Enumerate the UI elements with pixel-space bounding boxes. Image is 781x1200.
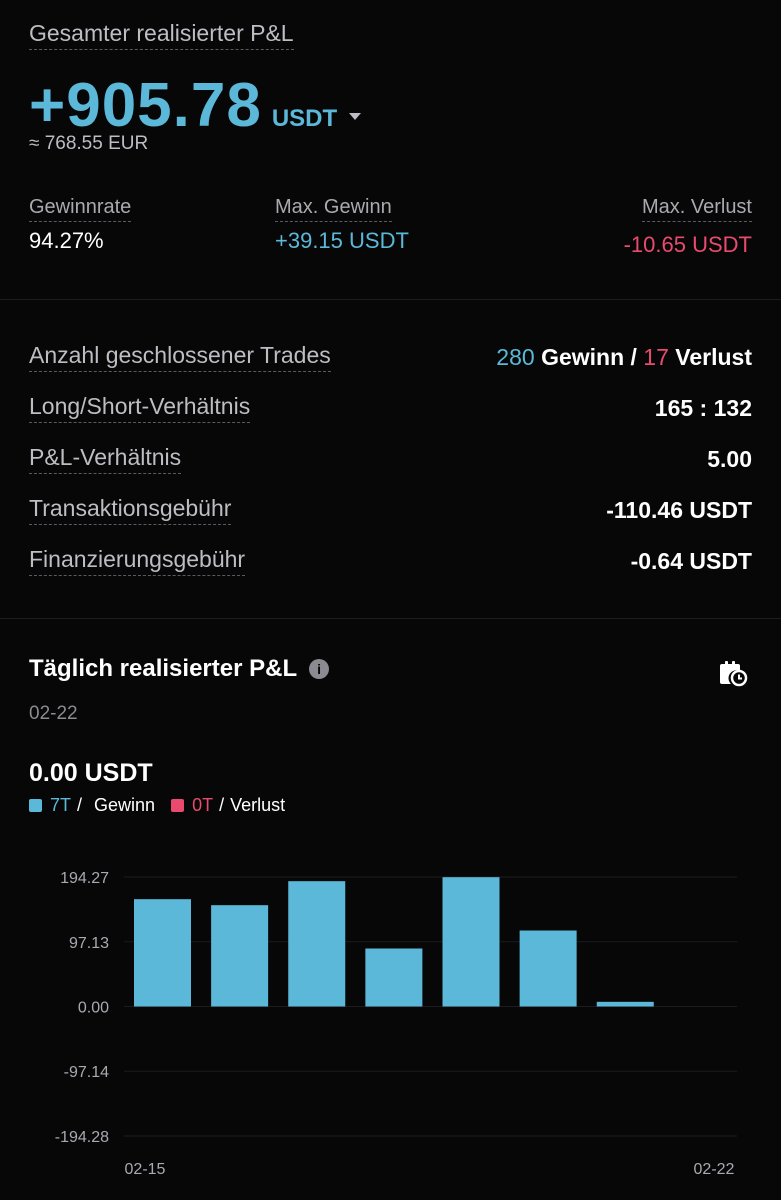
max-gain-stat: Max. Gewinn +39.15 USDT: [275, 196, 409, 254]
legend-loss-word: Verlust: [230, 795, 286, 815]
closed-trades-value: 280 Gewinn / 17 Verlust: [496, 344, 752, 371]
max-gain-label[interactable]: Max. Gewinn: [275, 196, 392, 222]
transaction-fee-value: -110.46 USDT: [606, 497, 752, 523]
bar-02-21[interactable]: [596, 1001, 654, 1007]
legend-loss-count: 0T: [192, 795, 214, 815]
max-loss-value: -10.65 USDT: [623, 232, 752, 257]
selected-date: 02-22: [29, 703, 78, 724]
summary-section: Gesamter realisierter P&L +905.78 USDT ≈…: [29, 20, 752, 257]
legend-gain-sep: /: [77, 795, 83, 815]
y-tick-label: -194.28: [55, 1129, 109, 1146]
details-section: Anzahl geschlossener Trades 280 Gewinn /…: [29, 342, 752, 597]
trades-loss-word: Verlust: [675, 344, 752, 370]
calendar-clock-icon[interactable]: [718, 657, 748, 687]
daily-pnl-title: Täglich realisierter P&L: [29, 655, 298, 682]
transaction-fee-label[interactable]: Transaktionsgebühr: [29, 495, 232, 525]
win-rate-stat: Gewinnrate 94.27%: [29, 196, 132, 254]
stats-row: Gewinnrate 94.27% Max. Gewinn +39.15 USD…: [29, 196, 752, 266]
info-icon[interactable]: i: [309, 659, 330, 679]
transaction-fee-row: Transaktionsgebühr -110.46 USDT: [29, 495, 752, 546]
max-gain-value: +39.15 USDT: [275, 228, 409, 253]
legend-gain-count: 7T: [50, 795, 72, 815]
pnl-ratio-value: 5.00: [707, 446, 752, 472]
daily-pnl-bar-chart: 194.27 97.13 0.00 -97.14 -194.28 02-15 02-22: [55, 870, 737, 1178]
y-tick-label: -97.14: [64, 1064, 109, 1081]
trades-win-word: Gewinn: [541, 344, 625, 370]
y-tick-label: 97.13: [69, 935, 109, 952]
total-pnl-row[interactable]: +905.78 USDT: [29, 70, 362, 141]
long-short-value: 165 : 132: [654, 395, 752, 421]
pnl-eur-equivalent: ≈ 768.55 EUR: [29, 133, 149, 154]
closed-trades-label[interactable]: Anzahl geschlossener Trades: [29, 342, 331, 372]
bar-02-18[interactable]: [365, 948, 423, 1007]
trades-wins-count: 280: [496, 344, 535, 370]
section-divider: [0, 618, 781, 619]
bar-02-19[interactable]: [442, 877, 500, 1007]
funding-fee-row: Finanzierungsgebühr -0.64 USDT: [29, 546, 752, 597]
trades-separator: /: [630, 344, 637, 370]
total-pnl-title[interactable]: Gesamter realisierter P&L: [29, 20, 294, 50]
win-rate-value: 94.27%: [29, 228, 104, 253]
legend-loss-sep: /: [219, 795, 225, 815]
funding-fee-value: -0.64 USDT: [630, 548, 752, 574]
chart-legend: 7T / Gewinn 0T / Verlust: [29, 795, 285, 816]
section-divider: [0, 299, 781, 300]
long-short-row: Long/Short-Verhältnis 165 : 132: [29, 393, 752, 444]
legend-loss-swatch: [171, 799, 185, 812]
win-rate-label[interactable]: Gewinnrate: [29, 196, 132, 222]
daily-pnl-section: Täglich realisierter P&L i 02-22 0.00 US…: [29, 655, 752, 815]
max-loss-label[interactable]: Max. Verlust: [641, 196, 752, 222]
long-short-label[interactable]: Long/Short-Verhältnis: [29, 393, 251, 423]
x-tick-label: 02-22: [694, 1161, 735, 1178]
currency-unit[interactable]: USDT: [272, 105, 337, 133]
pnl-ratio-row: P&L-Verhältnis 5.00: [29, 444, 752, 495]
pnl-ratio-label[interactable]: P&L-Verhältnis: [29, 444, 182, 474]
funding-fee-label[interactable]: Finanzierungsgebühr: [29, 546, 246, 576]
bar-02-15[interactable]: [134, 899, 191, 1007]
bar-02-16[interactable]: [211, 905, 269, 1007]
bar-02-20[interactable]: [519, 930, 577, 1007]
total-pnl-value: +905.78: [29, 71, 262, 140]
daily-pnl-value: 0.00 USDT: [29, 759, 153, 787]
daily-pnl-header: Täglich realisierter P&L i: [29, 655, 752, 683]
x-tick-label: 02-15: [125, 1161, 166, 1178]
bar-02-17[interactable]: [288, 881, 346, 1007]
max-loss-stat: Max. Verlust -10.65 USDT: [624, 196, 752, 258]
y-tick-label: 0.00: [78, 999, 109, 1016]
trades-losses-count: 17: [643, 344, 669, 370]
y-tick-label: 194.27: [60, 870, 109, 887]
legend-gain-word: Gewinn: [94, 795, 156, 815]
closed-trades-row: Anzahl geschlossener Trades 280 Gewinn /…: [29, 342, 752, 393]
legend-gain-swatch: [29, 799, 42, 812]
caret-down-icon[interactable]: [349, 113, 362, 120]
